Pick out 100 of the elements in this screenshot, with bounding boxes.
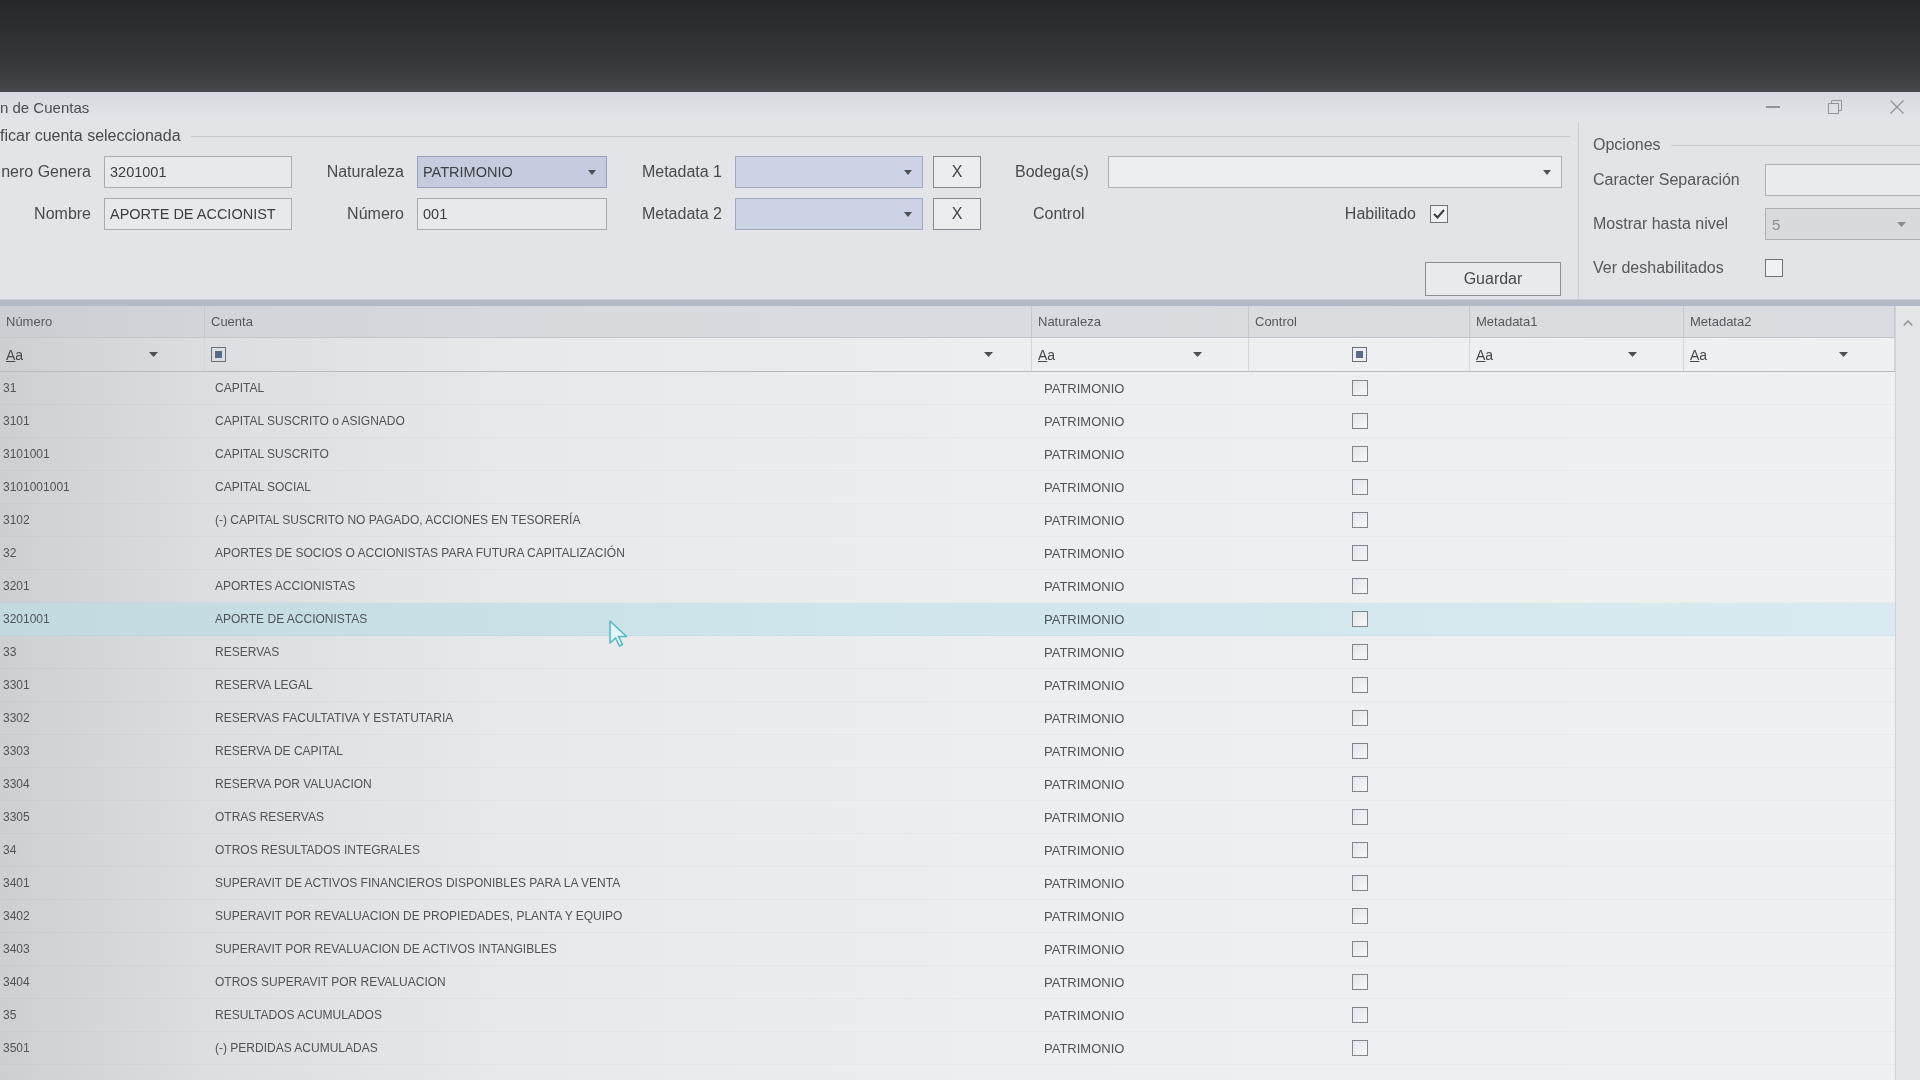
column-header[interactable]: Número <box>0 306 205 337</box>
control-checkbox[interactable] <box>1351 413 1368 429</box>
clear-button[interactable]: X <box>933 198 981 230</box>
table-cell-text: RESERVAS FACULTATIVA Y ESTATUTARIA <box>215 710 454 727</box>
table-row[interactable]: 3101001 CAPITAL SUSCRITO PATRIMONIO <box>0 438 1895 471</box>
table-row[interactable]: 3501 (-) PERDIDAS ACUMULADAS PATRIMONIO <box>0 1032 1895 1065</box>
caracter-separacion-label: Caracter Separación <box>1593 171 1741 189</box>
caret-icon[interactable] <box>588 169 596 175</box>
table-row[interactable]: 35 RESULTADOS ACUMULADOS PATRIMONIO <box>0 999 1895 1032</box>
table-cell-text: 3305 <box>2 809 30 826</box>
column-header[interactable]: Metadata1 <box>1470 306 1684 337</box>
filter-checkbox[interactable] <box>1351 347 1367 362</box>
table-cell-text: 3201 <box>2 578 30 595</box>
table-row[interactable]: 3303 RESERVA DE CAPITAL PATRIMONIO <box>0 735 1895 768</box>
control-checkbox[interactable] <box>1351 512 1368 528</box>
caret-icon[interactable] <box>1543 169 1551 175</box>
control-checkbox[interactable] <box>1351 908 1368 924</box>
filter-checkbox[interactable] <box>211 347 226 362</box>
table-row[interactable]: 3305 OTRAS RESERVAS PATRIMONIO <box>0 801 1895 834</box>
habilitado-checkbox[interactable] <box>1430 205 1448 223</box>
table-cell-text: PATRIMONIO <box>1044 808 1125 827</box>
control-checkbox[interactable] <box>1351 578 1368 594</box>
close-icon[interactable] <box>1890 100 1904 114</box>
control-checkbox[interactable] <box>1351 941 1368 957</box>
control-checkbox[interactable] <box>1351 1007 1368 1023</box>
table-cell-text: 31 <box>2 380 17 397</box>
scroll-up-icon[interactable] <box>1903 320 1913 326</box>
numero-general-label: nero Genera <box>1 163 92 181</box>
filter-field[interactable]: Aa <box>1038 342 1202 367</box>
naturaleza-dropdown[interactable]: PATRIMONIO <box>417 156 607 188</box>
caret-icon[interactable] <box>1628 352 1637 357</box>
table-row[interactable]: 3402 SUPERAVIT POR REVALUACION DE PROPIEDADES, PLANTA Y EQUIPO PATRIMONIO <box>0 900 1895 933</box>
column-header[interactable]: Control <box>1249 306 1470 337</box>
naturaleza-label: Naturaleza <box>326 163 405 181</box>
control-checkbox[interactable] <box>1351 545 1368 561</box>
caret-icon[interactable] <box>984 352 993 357</box>
table-row[interactable]: 3302 RESERVAS FACULTATIVA Y ESTATUTARIA PATRIMONIO <box>0 702 1895 735</box>
caret-icon[interactable] <box>904 211 912 217</box>
table-cell-text: 3501 <box>2 1040 30 1057</box>
restore-icon[interactable] <box>1828 100 1842 114</box>
table-row[interactable]: 3201001 APORTE DE ACCIONISTAS PATRIMONIO <box>0 603 1895 636</box>
table-cell-text: PATRIMONIO <box>1044 478 1125 497</box>
control-checkbox[interactable] <box>1351 842 1368 858</box>
table-row[interactable]: 32 APORTES DE SOCIOS O ACCIONISTAS PARA FUTURA CAPITALIZACIÓN PATRIMONIO <box>0 537 1895 570</box>
control-checkbox[interactable] <box>1351 380 1368 396</box>
control-checkbox[interactable] <box>1351 974 1368 990</box>
table-cell-text: PATRIMONIO <box>1044 445 1125 464</box>
table-row[interactable]: 3304 RESERVA POR VALUACION PATRIMONIO <box>0 768 1895 801</box>
vertical-scrollbar[interactable] <box>1895 306 1920 1080</box>
table-row[interactable]: 3102 (-) CAPITAL SUSCRITO NO PAGADO, ACCIONES EN TESORERÍA PATRIMONIO <box>0 504 1895 537</box>
numero-general-field[interactable]: 3201001 <box>104 156 292 188</box>
table-row[interactable]: 3301 RESERVA LEGAL PATRIMONIO <box>0 669 1895 702</box>
table-cell-text: (-) PERDIDAS ACUMULADAS <box>215 1040 378 1057</box>
caret-icon[interactable] <box>1193 352 1202 357</box>
control-checkbox[interactable] <box>1351 677 1368 693</box>
clear-button[interactable]: X <box>933 156 981 188</box>
column-header[interactable]: Naturaleza <box>1032 306 1249 337</box>
table-cell-text: APORTE DE ACCIONISTAS <box>215 611 368 628</box>
table-cell-text: PATRIMONIO <box>1044 841 1125 860</box>
table-row[interactable]: 3101 CAPITAL SUSCRITO o ASIGNADO PATRIMONIO <box>0 405 1895 438</box>
table-cell-text: PATRIMONIO <box>1044 973 1125 992</box>
control-checkbox[interactable] <box>1351 710 1368 726</box>
control-checkbox[interactable] <box>1351 776 1368 792</box>
table-row[interactable]: 34 OTROS RESULTADOS INTEGRALES PATRIMONIO <box>0 834 1895 867</box>
save-button[interactable]: Guardar <box>1425 262 1561 296</box>
table-row[interactable]: 3401 SUPERAVIT DE ACTIVOS FINANCIEROS DISPONIBLES PARA LA VENTA PATRIMONIO <box>0 867 1895 900</box>
filter-field[interactable]: Aa <box>6 342 158 367</box>
table-row[interactable]: 3101001001 CAPITAL SOCIAL PATRIMONIO <box>0 471 1895 504</box>
control-checkbox[interactable] <box>1351 611 1368 627</box>
table-cell-text: RESERVA DE CAPITAL <box>215 743 344 760</box>
table-cell-text: PATRIMONIO <box>1044 643 1125 662</box>
table-cell-text: 3403 <box>2 941 30 958</box>
habilitado-label: Habilitado <box>1344 205 1416 223</box>
control-checkbox[interactable] <box>1351 743 1368 759</box>
table-cell-text: PATRIMONIO <box>1044 511 1125 530</box>
table-cell-text: 3304 <box>2 776 30 793</box>
table-row[interactable]: 31 CAPITAL PATRIMONIO <box>0 372 1895 405</box>
table-cell-text: 33 <box>2 644 17 661</box>
table-row[interactable]: 3403 SUPERAVIT POR REVALUACION DE ACTIVOS INTANGIBLES PATRIMONIO <box>0 933 1895 966</box>
caracter-separacion-field[interactable] <box>1765 164 1920 196</box>
filter-field[interactable]: Aa <box>1476 342 1637 367</box>
control-checkbox[interactable] <box>1351 446 1368 462</box>
caret-icon[interactable] <box>904 169 912 175</box>
window-title: n de Cuentas <box>0 98 91 116</box>
control-checkbox[interactable] <box>1351 1040 1368 1056</box>
caret-icon[interactable] <box>1839 352 1848 357</box>
column-header[interactable]: Cuenta <box>205 306 1032 337</box>
table-cell-text: CAPITAL SUSCRITO <box>215 446 329 463</box>
ver-deshabilitados-checkbox[interactable] <box>1765 259 1783 277</box>
table-row[interactable]: 33 RESERVAS PATRIMONIO <box>0 636 1895 669</box>
caret-icon[interactable] <box>149 352 158 357</box>
control-checkbox[interactable] <box>1351 875 1368 891</box>
nombre-field[interactable]: APORTE DE ACCIONIST <box>104 198 292 230</box>
control-checkbox[interactable] <box>1351 644 1368 660</box>
table-row[interactable]: 3404 OTROS SUPERAVIT POR REVALUACION PATRIMONIO <box>0 966 1895 999</box>
control-checkbox[interactable] <box>1351 479 1368 495</box>
table-cell-text: PATRIMONIO <box>1044 742 1125 761</box>
numero-field[interactable]: 001 <box>417 198 607 230</box>
control-checkbox[interactable] <box>1351 809 1368 825</box>
filter-field[interactable]: Aa <box>1690 342 1848 367</box>
